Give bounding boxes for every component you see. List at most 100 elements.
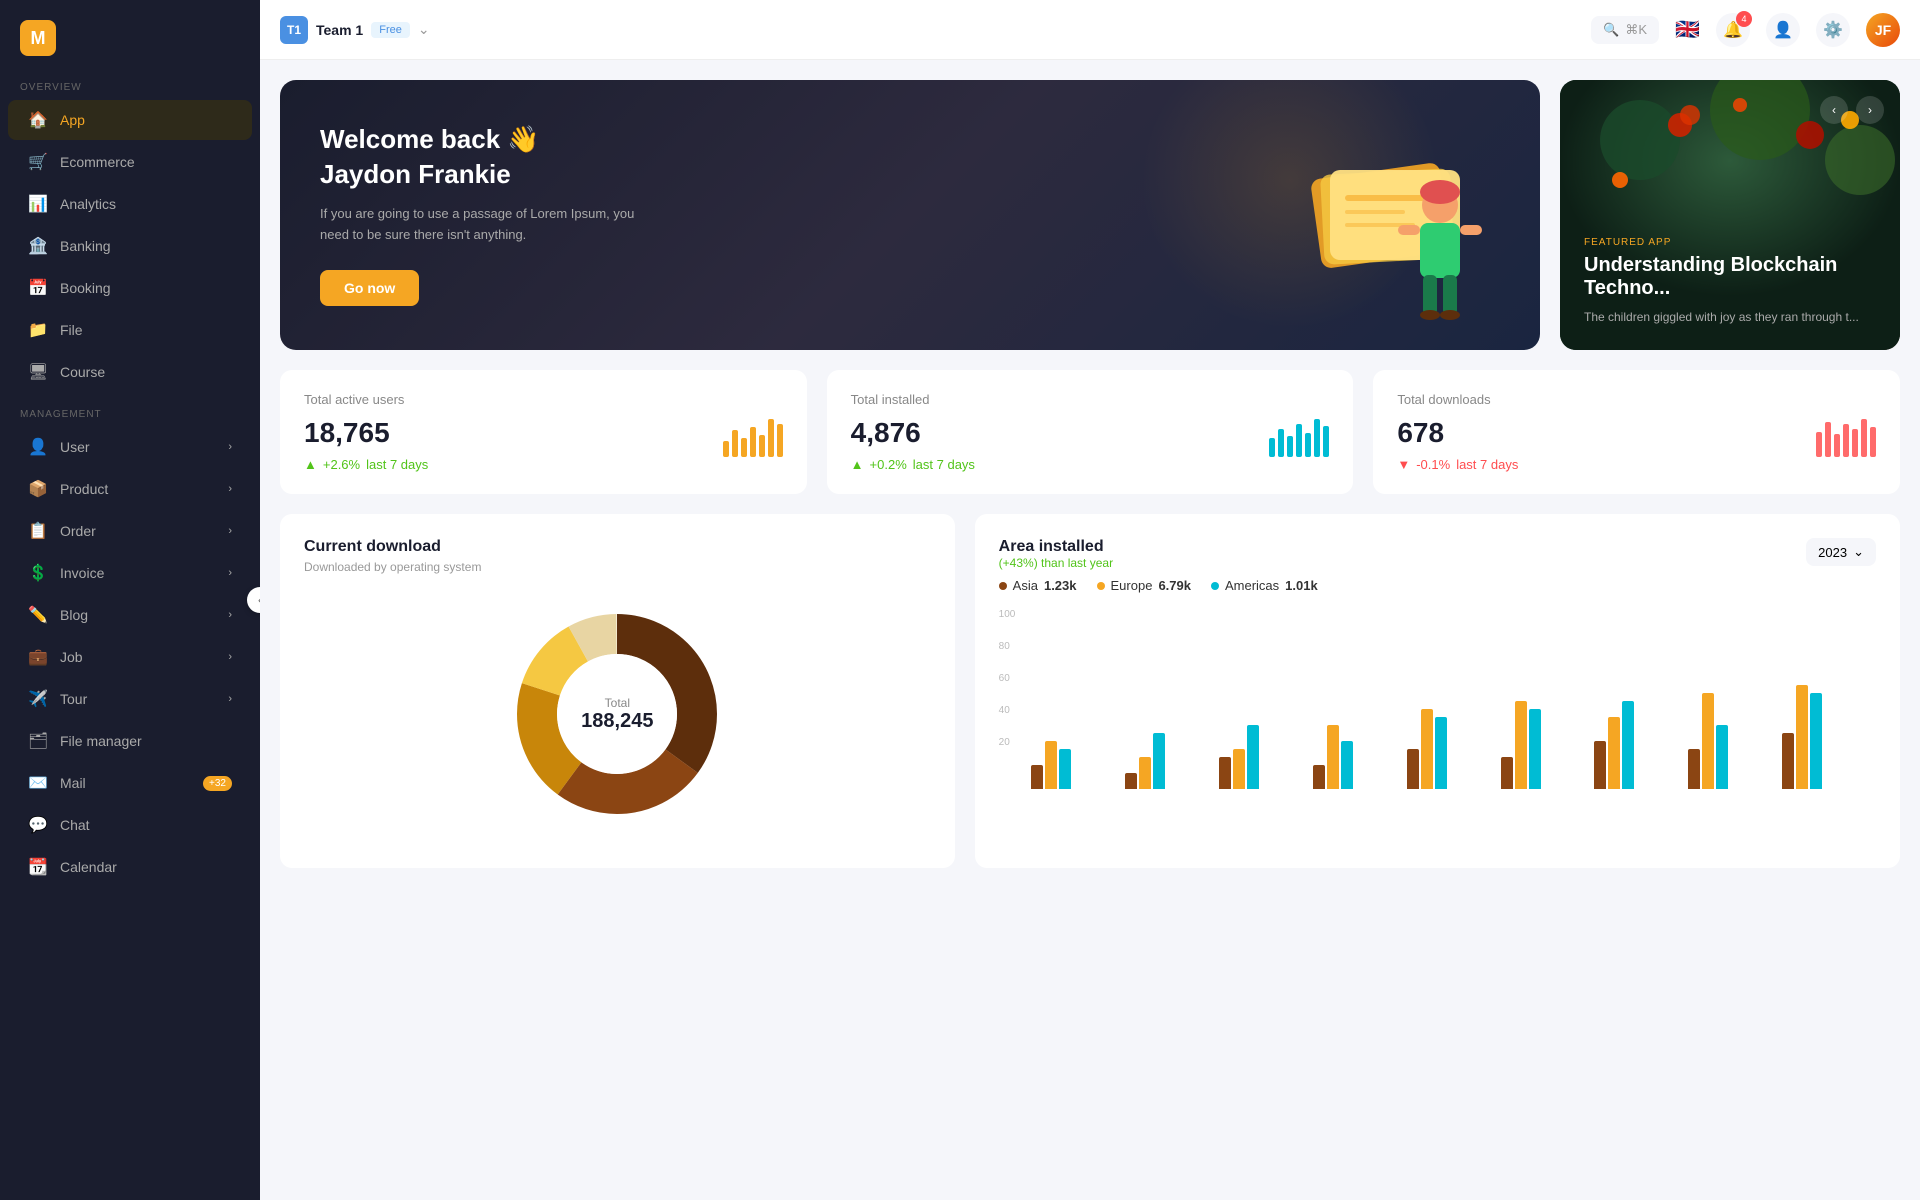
area-header: Area installed (+43%) than last year 202… <box>999 538 1876 570</box>
sidebar-item-analytics[interactable]: 📊 Analytics <box>8 184 252 224</box>
area-subtitle: (+43%) than last year <box>999 556 1113 570</box>
stat-card-active-users: Total active users 18,765 ▲ +2.6% last 7… <box>280 370 807 494</box>
sidebar-item-tour[interactable]: ✈️ Tour › <box>8 679 252 719</box>
sidebar-item-label: Invoice <box>60 565 104 581</box>
notification-badge: 4 <box>1736 11 1752 27</box>
bar-americas <box>1810 693 1822 789</box>
sidebar-item-blog[interactable]: ✏️ Blog › <box>8 595 252 635</box>
booking-icon: 📅 <box>28 278 48 298</box>
sidebar-item-user[interactable]: 👤 User › <box>8 427 252 467</box>
trend-up-icon: ▲ <box>851 457 864 472</box>
legend-dot-americas <box>1211 582 1219 590</box>
bar-group <box>1313 725 1399 789</box>
sidebar-item-file-manager[interactable]: 🗂 File manager <box>8 721 252 761</box>
featured-banner: ‹ › FEATURED APP Understanding Blockchai… <box>1560 80 1900 350</box>
chevron-icon: › <box>228 609 232 621</box>
featured-next-button[interactable]: › <box>1856 96 1884 124</box>
user-profile-button[interactable]: 👤 <box>1766 13 1800 47</box>
download-card-title: Current download <box>304 538 931 556</box>
stat-change: ▲ +2.6% last 7 days <box>304 457 428 472</box>
sidebar-item-app[interactable]: 🏠 App <box>8 100 252 140</box>
main-area: T1 Team 1 Free ⌄ 🔍 ⌘K 🇬🇧 🔔 4 👤 ⚙️ JF Wel… <box>260 0 1920 1200</box>
sidebar-item-label: Job <box>60 649 83 665</box>
sidebar-item-invoice[interactable]: 💲 Invoice › <box>8 553 252 593</box>
mini-bar-segment <box>1843 424 1849 457</box>
bar-asia <box>1219 757 1231 789</box>
mini-bar-segment <box>1287 436 1293 457</box>
sidebar-item-mail[interactable]: ✉️ Mail +32 <box>8 763 252 803</box>
mini-bar-segment <box>723 441 729 457</box>
stat-card-downloads: Total downloads 678 ▼ -0.1% last 7 days <box>1373 370 1900 494</box>
language-selector[interactable]: 🇬🇧 <box>1675 17 1700 42</box>
featured-label: FEATURED APP <box>1584 237 1876 248</box>
sidebar-item-order[interactable]: 📋 Order › <box>8 511 252 551</box>
order-icon: 📋 <box>28 521 48 541</box>
stat-change: ▲ +0.2% last 7 days <box>851 457 975 472</box>
bar-americas <box>1247 725 1259 789</box>
legend-label-europe: Europe <box>1111 578 1153 593</box>
featured-title: Understanding Blockchain Techno... <box>1584 254 1876 300</box>
blog-icon: ✏️ <box>28 605 48 625</box>
y-axis-label: 60 <box>999 673 1016 684</box>
sidebar-item-file[interactable]: 📁 File <box>8 310 252 350</box>
legend-value-americas: 1.01k <box>1285 578 1318 593</box>
avatar[interactable]: JF <box>1866 13 1900 47</box>
bar-americas <box>1153 733 1165 789</box>
mini-bar-segment <box>1825 422 1831 457</box>
sidebar-item-label: File manager <box>60 733 142 749</box>
legend-value-europe: 6.79k <box>1158 578 1191 593</box>
sidebar-item-course[interactable]: 🖥 Course <box>8 352 252 392</box>
sidebar-item-label: Blog <box>60 607 88 623</box>
sidebar-item-banking[interactable]: 🏦 Banking <box>8 226 252 266</box>
bar-asia <box>1031 765 1043 789</box>
bar-chart-area: 10080604020 <box>999 609 1876 789</box>
settings-button[interactable]: ⚙️ <box>1816 13 1850 47</box>
mini-bar-segment <box>732 430 738 457</box>
legend-dot-europe <box>1097 582 1105 590</box>
course-icon: 🖥 <box>28 362 48 382</box>
sidebar-logo: M <box>0 0 260 66</box>
stat-value: 678 <box>1397 417 1518 449</box>
year-selector[interactable]: 2023 ⌄ <box>1806 538 1876 566</box>
chevron-icon: › <box>228 693 232 705</box>
search-button[interactable]: 🔍 ⌘K <box>1591 16 1659 44</box>
sidebar-item-label: User <box>60 439 90 455</box>
notifications-button[interactable]: 🔔 4 <box>1716 13 1750 47</box>
legend-item-europe: Europe 6.79k <box>1097 578 1191 593</box>
go-now-button[interactable]: Go now <box>320 270 419 306</box>
banking-icon: 🏦 <box>28 236 48 256</box>
sidebar-item-label: Analytics <box>60 196 116 212</box>
year-value: 2023 <box>1818 545 1847 560</box>
sidebar-item-label: Course <box>60 364 105 380</box>
bar-group <box>1219 725 1305 789</box>
team-selector[interactable]: T1 Team 1 Free ⌄ <box>280 16 430 44</box>
bar-group <box>1782 685 1868 789</box>
bar-americas <box>1529 709 1541 789</box>
sidebar-item-label: Booking <box>60 280 111 296</box>
mini-bar-segment <box>741 438 747 457</box>
mini-bar-segment <box>1834 434 1840 457</box>
mini-bar-segment <box>1278 429 1284 458</box>
sidebar-item-product[interactable]: 📦 Product › <box>8 469 252 509</box>
bar-europe <box>1421 709 1433 789</box>
sidebar-item-booking[interactable]: 📅 Booking <box>8 268 252 308</box>
stat-change-value: -0.1% <box>1416 457 1450 472</box>
stat-card-installed: Total installed 4,876 ▲ +0.2% last 7 day… <box>827 370 1354 494</box>
mini-bar-segment <box>1314 419 1320 457</box>
download-card-subtitle: Downloaded by operating system <box>304 560 931 574</box>
sidebar-item-ecommerce[interactable]: 🛒 Ecommerce <box>8 142 252 182</box>
team-badge: Free <box>371 22 410 38</box>
sidebar-item-job[interactable]: 💼 Job › <box>8 637 252 677</box>
featured-prev-button[interactable]: ‹ <box>1820 96 1848 124</box>
invoice-icon: 💲 <box>28 563 48 583</box>
sidebar-item-label: Chat <box>60 817 90 833</box>
mini-bar-segment <box>1296 424 1302 457</box>
bar-group <box>1688 693 1774 789</box>
sidebar-item-calendar[interactable]: 📆 Calendar <box>8 847 252 887</box>
bar-americas <box>1341 741 1353 789</box>
team-name: Team 1 <box>316 22 363 38</box>
chevron-icon: › <box>228 567 232 579</box>
sidebar-item-chat[interactable]: 💬 Chat <box>8 805 252 845</box>
bar-chart <box>1023 609 1876 789</box>
chevron-icon: › <box>228 483 232 495</box>
